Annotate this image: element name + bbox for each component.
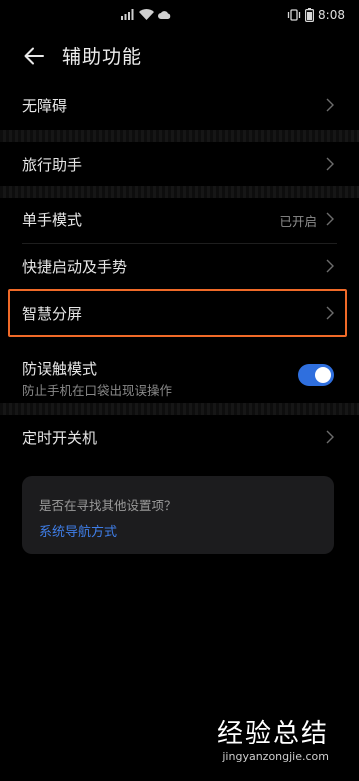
watermark-title: 经验总结 bbox=[216, 719, 329, 749]
status-bar: 8:08 bbox=[0, 0, 359, 32]
status-time: 8:08 bbox=[318, 8, 345, 22]
page-title: 辅助功能 bbox=[62, 46, 143, 68]
back-button[interactable] bbox=[20, 42, 48, 70]
anti-mistouch-toggle[interactable] bbox=[298, 364, 334, 386]
settings-item-label: 旅行助手 bbox=[22, 156, 83, 174]
section-divider bbox=[0, 130, 359, 142]
watermark: 经验总结 jingyanzongjie.com bbox=[217, 713, 329, 763]
settings-item-label: 无障碍 bbox=[22, 97, 68, 115]
watermark-url: jingyanzongjie.com bbox=[222, 750, 329, 763]
section-divider bbox=[0, 186, 359, 198]
suggestion-card: 是否在寻找其他设置项？ 系统导航方式 bbox=[22, 476, 334, 554]
settings-item-travel-assistant[interactable]: 旅行助手 bbox=[0, 142, 359, 188]
settings-item-label: 单手模式 bbox=[22, 211, 83, 229]
system-navigation-link[interactable]: 系统导航方式 bbox=[39, 521, 117, 540]
back-arrow-icon bbox=[24, 47, 44, 65]
cloud-icon bbox=[158, 10, 171, 19]
wifi-icon bbox=[139, 9, 154, 20]
signal-icon bbox=[121, 9, 134, 20]
settings-item-one-hand-mode[interactable]: 单手模式 已开启 bbox=[0, 198, 359, 242]
suggestion-question: 是否在寻找其他设置项？ bbox=[39, 498, 177, 513]
settings-item-quick-launch[interactable]: 快捷启动及手势 bbox=[0, 244, 359, 288]
settings-item-accessibility[interactable]: 无障碍 bbox=[0, 82, 359, 128]
chevron-right-icon bbox=[326, 212, 334, 226]
toggle-knob bbox=[315, 367, 331, 383]
vibrate-icon bbox=[287, 9, 301, 21]
chevron-right-icon bbox=[326, 430, 334, 444]
header: 辅助功能 bbox=[0, 32, 359, 80]
status-icons-left bbox=[121, 9, 171, 20]
settings-item-subtitle: 防止手机在口袋出现误操作 bbox=[22, 383, 173, 398]
battery-icon bbox=[305, 8, 315, 22]
settings-item-label: 快捷启动及手势 bbox=[22, 258, 128, 276]
settings-item-value: 已开启 bbox=[279, 214, 317, 229]
status-icons-right: 8:08 bbox=[287, 8, 345, 22]
settings-item-scheduled-power[interactable]: 定时开关机 bbox=[0, 415, 359, 461]
section-divider bbox=[0, 403, 359, 415]
settings-item-label: 定时开关机 bbox=[22, 429, 98, 447]
chevron-right-icon bbox=[326, 98, 334, 112]
chevron-right-icon bbox=[326, 157, 334, 171]
settings-item-label: 防误触模式 bbox=[22, 360, 98, 378]
highlight-box bbox=[8, 289, 347, 337]
chevron-right-icon bbox=[326, 259, 334, 273]
